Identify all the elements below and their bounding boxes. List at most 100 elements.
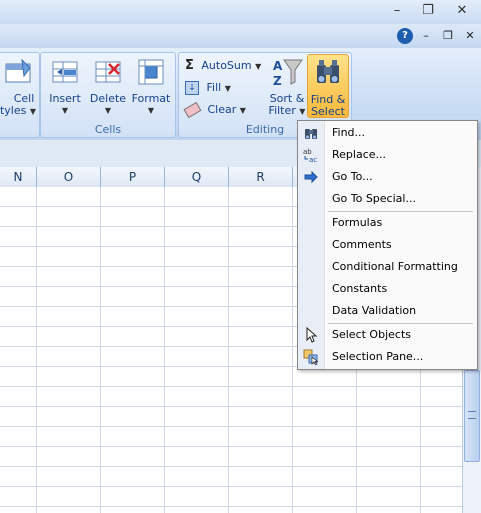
format-button[interactable]: Format ▼ (129, 56, 173, 117)
format-cells-icon (138, 59, 164, 85)
grid-column-line (36, 187, 37, 513)
grid-column-line (164, 187, 165, 513)
insert-cells-icon (52, 61, 78, 83)
grid-column-line (228, 187, 229, 513)
column-header-r[interactable]: R (229, 167, 293, 187)
menu-item-select-objects-label: Select Objects (332, 328, 411, 341)
menu-item-goto-special[interactable]: Go To Special... (298, 188, 477, 210)
cells-group-title: Cells (94, 123, 122, 136)
grid-row-line (0, 466, 462, 467)
menu-item-goto-label: Go To... (332, 170, 373, 183)
menu-item-constants[interactable]: Constants (298, 278, 477, 300)
find-select-label-2-text: Select (311, 105, 345, 118)
fill-down-icon: ↓ (185, 81, 199, 95)
column-header-n[interactable]: N (0, 167, 37, 187)
menu-item-formulas-label: Formulas (332, 216, 383, 229)
menu-item-replace-label: Replace... (332, 148, 387, 161)
menu-item-conditional-formatting[interactable]: Conditional Formatting (298, 256, 477, 278)
workbook-close-button[interactable]: ✕ (462, 28, 478, 44)
column-header-o[interactable]: O (37, 167, 101, 187)
cell-styles-label-2-text: tyles (0, 104, 27, 117)
svg-text:Z: Z (273, 74, 282, 88)
binoculars-icon (305, 129, 317, 139)
menu-item-selection-pane[interactable]: Selection Pane... (298, 346, 477, 368)
svg-text:A: A (273, 59, 283, 73)
menu-item-find[interactable]: Find... (298, 122, 477, 144)
find-select-button[interactable]: Find & Select ▼ (307, 54, 349, 129)
autosum-dropdown-icon: ▼ (255, 62, 262, 71)
delete-dropdown-icon: ▼ (104, 106, 112, 115)
find-select-menu: Find... ab ac Replace... Go To... Go To … (297, 120, 478, 370)
cells-group: Insert ▼ Delete ▼ Format ▼ Cells (40, 52, 176, 138)
cell-styles-button[interactable]: Cell tyles ▼ (0, 56, 37, 118)
cell-styles-icon (5, 58, 31, 83)
menu-item-comments-label: Comments (332, 238, 392, 251)
workbook-minimize-button[interactable]: – (418, 28, 434, 44)
menu-item-find-label: Find... (332, 126, 366, 139)
clear-label: Clear (207, 103, 237, 116)
insert-label: Insert (49, 92, 81, 105)
window-restore-button[interactable]: ❐ (418, 2, 438, 20)
grid-row-line (0, 506, 462, 507)
window-titlebar: – ❐ ✕ (0, 0, 481, 24)
menu-item-constants-label: Constants (332, 282, 388, 295)
column-header-p[interactable]: P (101, 167, 165, 187)
cell-styles-label-2: tyles ▼ (0, 105, 37, 118)
sort-filter-button[interactable]: A Z Sort & Filter ▼ (267, 56, 307, 118)
insert-button[interactable]: Insert ▼ (45, 56, 85, 117)
grid-row-line (0, 446, 462, 447)
autosum-button[interactable]: Σ AutoSum ▼ (185, 57, 261, 75)
scrollbar-thumb[interactable] (464, 370, 480, 462)
format-dropdown-icon: ▼ (147, 106, 155, 115)
fill-dropdown-icon: ▼ (224, 84, 231, 93)
grid-row-line (0, 486, 462, 487)
svg-text:ab: ab (303, 148, 312, 156)
binoculars-icon (317, 60, 339, 83)
grip-icon (468, 411, 476, 419)
selection-pane-icon (303, 349, 319, 365)
grid-column-line (100, 187, 101, 513)
sort-filter-dropdown-icon: ▼ (299, 107, 306, 116)
column-header-q[interactable]: Q (165, 167, 229, 187)
menu-item-data-validation-label: Data Validation (332, 304, 417, 317)
delete-cells-icon (95, 61, 121, 83)
pointer-icon (306, 327, 318, 343)
chevron-down-icon: ▼ (29, 107, 37, 116)
menu-item-comments[interactable]: Comments (298, 234, 477, 256)
svg-text:ac: ac (309, 156, 317, 163)
clear-button[interactable]: Clear ▼ (183, 101, 246, 119)
grid-row-line (0, 406, 462, 407)
grid-row-line (0, 426, 462, 427)
sort-filter-label-2: Filter ▼ (267, 105, 307, 118)
eraser-icon (183, 101, 202, 119)
fill-button[interactable]: ↓ Fill ▼ (185, 79, 231, 97)
arrow-right-icon (304, 170, 318, 184)
menu-item-goto-special-label: Go To Special... (332, 192, 416, 205)
help-icon[interactable]: ? (397, 28, 413, 44)
sort-filter-icon: A Z (273, 59, 303, 88)
format-label: Format (131, 92, 171, 105)
window-close-button[interactable]: ✕ (452, 2, 472, 20)
styles-group-partial: Cell tyles ▼ (0, 52, 40, 138)
insert-dropdown-icon: ▼ (61, 106, 69, 115)
menu-item-formulas[interactable]: Formulas (298, 212, 477, 234)
grid-row-line (0, 386, 462, 387)
menu-item-selection-pane-label: Selection Pane... (332, 350, 424, 363)
workbook-controls-bar: ? – ❐ ✕ (0, 24, 481, 48)
window-minimize-button[interactable]: – (387, 2, 407, 20)
fill-label: Fill (206, 81, 222, 94)
clear-dropdown-icon: ▼ (239, 106, 246, 115)
menu-item-replace[interactable]: ab ac Replace... (298, 144, 477, 166)
menu-item-goto[interactable]: Go To... (298, 166, 477, 188)
sort-filter-label-2-text: Filter (268, 104, 296, 117)
menu-item-conditional-formatting-label: Conditional Formatting (332, 260, 458, 273)
autosum-label: AutoSum (201, 59, 252, 72)
delete-button[interactable]: Delete ▼ (87, 56, 129, 117)
sigma-icon: Σ (185, 58, 194, 73)
menu-item-data-validation[interactable]: Data Validation (298, 300, 477, 322)
delete-label: Delete (89, 92, 127, 105)
replace-icon: ab ac (303, 148, 317, 163)
menu-item-select-objects[interactable]: Select Objects (298, 324, 477, 346)
grid-column-line (292, 187, 293, 513)
workbook-restore-button[interactable]: ❐ (440, 28, 456, 44)
